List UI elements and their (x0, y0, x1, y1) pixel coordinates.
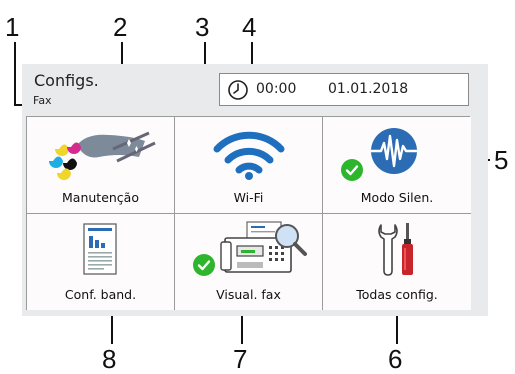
tile-all-settings[interactable]: Todas config. (323, 214, 471, 310)
callout-6: 6 (388, 344, 403, 374)
callout-3: 3 (195, 12, 210, 42)
tray-settings-icon (83, 223, 117, 275)
callout-5: 5 (494, 145, 509, 175)
page-subtitle: Fax (33, 94, 52, 107)
callout-7: 7 (233, 344, 248, 374)
fax-preview-icon (220, 221, 307, 273)
tile-label: Conf. band. (64, 287, 137, 302)
menu-grid: Manutenção Wi-Fi Modo Silen. Conf. band.… (26, 116, 471, 310)
tile-fax-preview[interactable]: Visual. fax (175, 214, 323, 310)
callout-4: 4 (242, 12, 257, 42)
clock-icon (228, 80, 248, 100)
tile-label: Visual. fax (216, 287, 281, 302)
tile-label: Todas config. (356, 287, 438, 302)
tile-maintenance[interactable]: Manutenção (27, 117, 175, 214)
ink-cartridge-icon (49, 131, 156, 180)
tile-tray-settings[interactable]: Conf. band. (27, 214, 175, 310)
check-icon (341, 159, 363, 181)
callout-1-line (14, 42, 16, 106)
quiet-mode-icon (371, 128, 417, 174)
tile-wifi[interactable]: Wi-Fi (175, 117, 323, 214)
tile-label: Modo Silen. (360, 190, 434, 205)
time-text: 00:00 (256, 81, 297, 97)
callout-2: 2 (113, 12, 128, 42)
tools-icon (378, 223, 413, 276)
tile-label: Manutenção (62, 190, 139, 205)
date-text: 01.01.2018 (328, 81, 409, 97)
page-title: Configs. (34, 71, 99, 90)
tile-quiet-mode[interactable]: Modo Silen. (323, 117, 471, 214)
check-icon (193, 254, 215, 276)
callout-1: 1 (5, 12, 20, 42)
callout-8: 8 (102, 344, 117, 374)
wifi-icon (213, 131, 285, 180)
tile-label: Wi-Fi (233, 190, 264, 205)
datetime-display[interactable]: 00:00 01.01.2018 (219, 73, 469, 106)
